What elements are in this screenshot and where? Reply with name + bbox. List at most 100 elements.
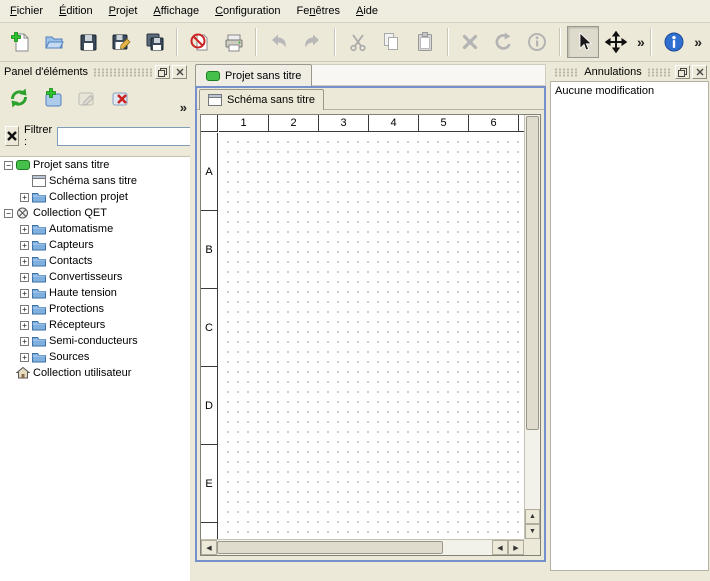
delete-button[interactable] <box>455 26 486 58</box>
scroll-track[interactable] <box>443 540 492 555</box>
column-header: 3 <box>319 115 369 131</box>
tree-item-label: Semi-conducteurs <box>49 335 138 347</box>
tree-item[interactable]: +Sources <box>0 349 190 365</box>
menu-item-1[interactable]: Édition <box>51 0 101 22</box>
scroll-down-button[interactable]: ▼ <box>525 524 540 539</box>
tree-item[interactable]: +Capteurs <box>0 237 190 253</box>
pan-mode-button[interactable] <box>601 26 632 58</box>
rotate-button[interactable] <box>488 26 519 58</box>
collapse-minus-icon[interactable]: − <box>4 161 13 170</box>
panel-toolbar-overflow-button[interactable]: » <box>180 100 187 115</box>
vertical-scrollbar[interactable]: ▲ ▼ <box>524 115 540 539</box>
tree-item[interactable]: + Semi-conducteurs <box>0 333 190 349</box>
tab-project[interactable]: Projet sans titre <box>195 64 312 86</box>
expand-plus-icon[interactable]: + <box>20 337 29 346</box>
cut-button[interactable] <box>342 26 373 58</box>
undo-button[interactable] <box>263 26 294 58</box>
tree-item[interactable]: Collection utilisateur <box>0 365 190 381</box>
object-info-button[interactable] <box>522 26 553 58</box>
dock-grip[interactable] <box>647 68 672 77</box>
edit-element-button[interactable] <box>73 84 101 112</box>
tree-item[interactable]: +Convertisseurs <box>0 269 190 285</box>
elements-panel-title: Panel d'éléments <box>2 66 90 78</box>
close-icon <box>176 68 184 76</box>
undo-history-list[interactable]: Aucune modification <box>550 81 709 571</box>
toolbar-overflow-2-button[interactable]: » <box>691 34 705 50</box>
tree-item[interactable]: + Haute tension <box>0 285 190 301</box>
dock-close-button[interactable] <box>172 65 187 79</box>
horizontal-scrollbar-thumb[interactable] <box>217 541 443 554</box>
scroll-right-button[interactable]: ▶ <box>508 540 524 555</box>
elements-panel-titlebar[interactable]: Panel d'éléments <box>2 63 188 81</box>
save-all-button[interactable] <box>139 26 170 58</box>
menu-item-5[interactable]: Fenêtres <box>289 0 348 22</box>
copy-button[interactable] <box>376 26 407 58</box>
float-icon <box>678 68 687 77</box>
clear-filter-button[interactable] <box>5 126 19 146</box>
tree-item[interactable]: +Protections <box>0 301 190 317</box>
collapse-minus-icon[interactable]: − <box>4 209 13 218</box>
undo-dock-titlebar[interactable]: Annulations <box>551 63 708 81</box>
save-as-button[interactable] <box>105 26 136 58</box>
menu-item-0[interactable]: Fichier <box>2 0 51 22</box>
float-icon <box>158 68 167 77</box>
expand-plus-icon[interactable]: + <box>20 241 29 250</box>
new-element-button[interactable] <box>39 84 67 112</box>
tree-item-label: Haute tension <box>49 287 117 299</box>
expand-plus-icon[interactable]: + <box>20 257 29 266</box>
dock-grip[interactable] <box>554 68 579 77</box>
tree-item[interactable]: +Récepteurs <box>0 317 190 333</box>
tree-item[interactable]: +Automatisme <box>0 221 190 237</box>
dock-float-button[interactable] <box>675 65 690 79</box>
reload-collections-button[interactable] <box>5 84 33 112</box>
print-button[interactable] <box>218 26 249 58</box>
project-window: Schéma sans titre 123456 ABCDE ▲ ▼ <box>195 86 546 562</box>
tab-schema[interactable]: Schéma sans titre <box>199 89 324 110</box>
open-document-button[interactable] <box>38 26 69 58</box>
redo-button[interactable] <box>297 26 328 58</box>
tree-item[interactable]: Schéma sans titre <box>0 173 190 189</box>
expand-plus-icon[interactable]: + <box>20 305 29 314</box>
toolbar-overflow-button[interactable]: » <box>634 34 648 50</box>
vertical-scrollbar-thumb[interactable] <box>526 116 539 430</box>
dock-grip[interactable] <box>93 68 152 77</box>
close-document-button[interactable] <box>184 26 215 58</box>
menu-item-3[interactable]: Affichage <box>145 0 207 22</box>
menu-item-6[interactable]: Aide <box>348 0 386 22</box>
filter-input[interactable] <box>57 127 205 146</box>
folder-icon <box>32 287 46 299</box>
tree-item[interactable]: −Projet sans titre <box>0 157 190 173</box>
elements-panel-dock: Panel d'éléments <box>0 62 190 581</box>
menu-item-2[interactable]: Projet <box>101 0 146 22</box>
new-document-button[interactable] <box>5 26 36 58</box>
menu-item-4[interactable]: Configuration <box>207 0 288 22</box>
scroll-left-button-2[interactable]: ◀ <box>492 540 508 555</box>
dock-close-button[interactable] <box>692 65 707 79</box>
dock-float-button[interactable] <box>155 65 170 79</box>
tree-item[interactable]: −Collection QET <box>0 205 190 221</box>
delete-element-icon <box>109 86 133 110</box>
diagram-view[interactable]: 123456 ABCDE <box>201 115 524 539</box>
save-button[interactable] <box>72 26 103 58</box>
undo-icon <box>268 31 290 53</box>
scroll-left-button[interactable]: ◀ <box>201 540 217 555</box>
expand-plus-icon[interactable]: + <box>20 289 29 298</box>
tree-item[interactable]: +Collection projet <box>0 189 190 205</box>
clear-filter-icon <box>6 130 18 142</box>
diagram-canvas[interactable] <box>219 133 524 539</box>
horizontal-scrollbar[interactable]: ◀ ◀ ▶ <box>201 539 524 555</box>
expand-plus-icon[interactable]: + <box>20 273 29 282</box>
expand-plus-icon[interactable]: + <box>20 353 29 362</box>
delete-element-button[interactable] <box>107 84 135 112</box>
about-qet-button[interactable] <box>658 26 689 58</box>
paste-button[interactable] <box>409 26 440 58</box>
rotate-icon <box>493 31 515 53</box>
expand-plus-icon[interactable]: + <box>20 321 29 330</box>
undo-history-item[interactable]: Aucune modification <box>551 82 708 100</box>
folder-icon <box>32 335 46 347</box>
expand-plus-icon[interactable]: + <box>20 225 29 234</box>
tree-item[interactable]: +Contacts <box>0 253 190 269</box>
scroll-up-button[interactable]: ▲ <box>525 509 540 524</box>
select-mode-button[interactable] <box>567 26 598 58</box>
expand-plus-icon[interactable]: + <box>20 193 29 202</box>
